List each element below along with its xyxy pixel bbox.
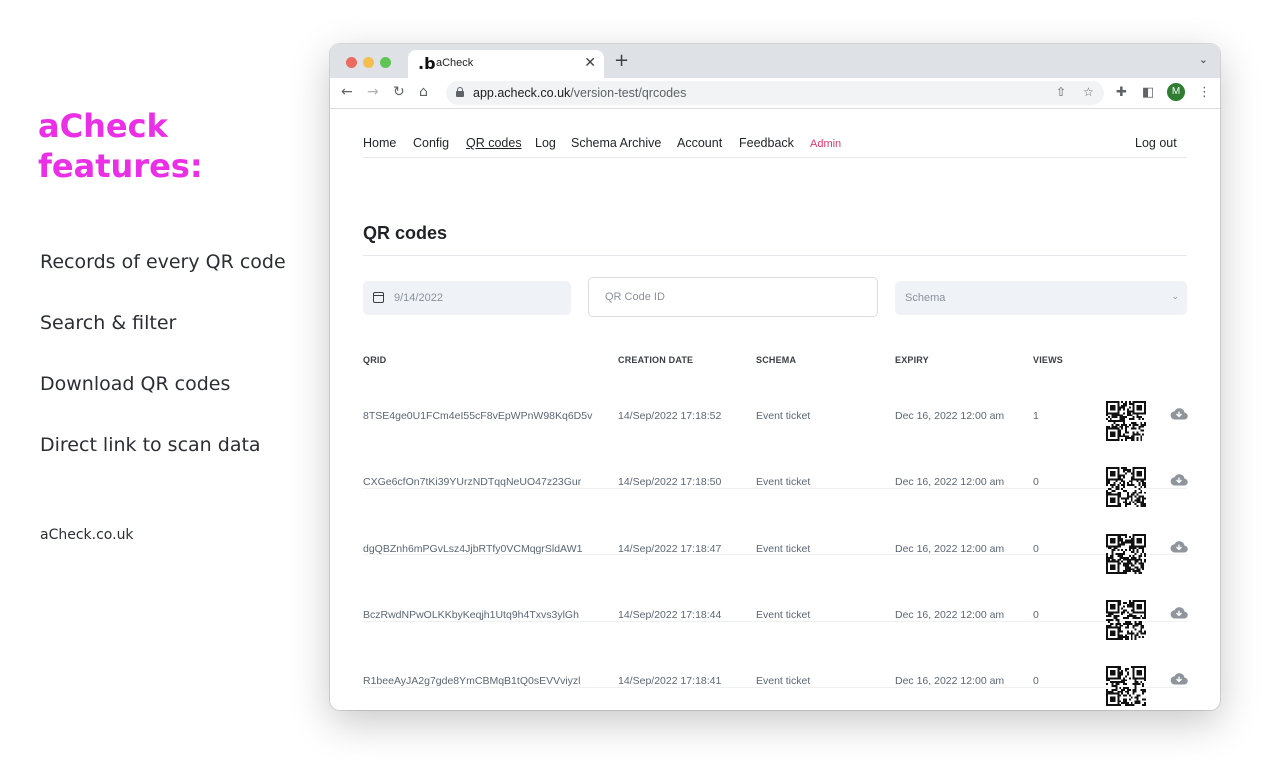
- qr-code-id-placeholder: QR Code ID: [605, 291, 665, 303]
- qr-code-icon[interactable]: [1106, 533, 1146, 574]
- promo-title: aCheck features:: [38, 107, 203, 185]
- qr-code-id-input[interactable]: QR Code ID: [588, 277, 878, 317]
- header-creation-date: CREATION DATE: [618, 355, 694, 365]
- cell-expiry: Dec 16, 2022 12:00 am: [895, 542, 1005, 555]
- url-host: app.acheck.co.uk: [473, 86, 571, 100]
- cell-views: 0: [1033, 476, 1039, 489]
- cell-creation-date: 14/Sep/2022 17:18:50: [618, 476, 722, 489]
- chevron-down-icon: ⌄: [1171, 291, 1179, 301]
- top-navigation: Home Config QR codes Log Schema Archive …: [363, 136, 1187, 158]
- cloud-download-icon[interactable]: [1170, 473, 1188, 487]
- schema-select[interactable]: Schema ⌄: [895, 281, 1187, 315]
- nav-config[interactable]: Config: [413, 136, 449, 150]
- cell-schema: Event ticket: [756, 608, 811, 621]
- nav-schema-archive[interactable]: Schema Archive: [571, 136, 661, 150]
- cell-views: 0: [1033, 608, 1039, 621]
- cell-qrid[interactable]: 8TSE4ge0U1FCm4eI55cF8vEpWPnW98Kq6D5v: [363, 410, 592, 422]
- reload-icon[interactable]: ↻: [393, 84, 405, 100]
- new-tab-icon[interactable]: +: [614, 50, 629, 71]
- qr-code-icon[interactable]: [1106, 467, 1146, 508]
- cell-views: 0: [1033, 542, 1039, 555]
- website-link[interactable]: aCheck.co.uk: [40, 527, 134, 543]
- feature-search: Search & filter: [40, 312, 177, 334]
- cell-creation-date: 14/Sep/2022 17:18:47: [618, 542, 722, 555]
- tab-title: aCheck: [436, 57, 474, 69]
- close-window-button[interactable]: [346, 57, 357, 68]
- header-schema: SCHEMA: [756, 355, 797, 365]
- schema-placeholder: Schema: [905, 292, 946, 304]
- logout-link[interactable]: Log out: [1135, 136, 1177, 150]
- browser-window: .b aCheck ✕ + ⌄ ← → ↻ ⌂ app.acheck.co.uk…: [330, 44, 1220, 710]
- profile-avatar[interactable]: M: [1167, 83, 1185, 101]
- nav-account[interactable]: Account: [677, 136, 722, 150]
- cloud-download-icon[interactable]: [1170, 407, 1188, 421]
- minimize-window-button[interactable]: [363, 57, 374, 68]
- nav-log[interactable]: Log: [535, 136, 556, 150]
- cell-schema: Event ticket: [756, 410, 811, 422]
- cell-creation-date: 14/Sep/2022 17:18:44: [618, 608, 722, 621]
- browser-toolbar: ← → ↻ ⌂ app.acheck.co.uk/version-test/qr…: [330, 78, 1220, 109]
- cell-views: 1: [1033, 410, 1039, 422]
- tab-close-icon[interactable]: ✕: [584, 54, 596, 71]
- date-filter-value: 9/14/2022: [394, 292, 443, 304]
- url-path: /version-test/qrcodes: [570, 86, 687, 100]
- cell-schema: Event ticket: [756, 675, 811, 688]
- nav-feedback[interactable]: Feedback: [739, 136, 794, 150]
- nav-home[interactable]: Home: [363, 136, 396, 150]
- cell-qrid[interactable]: dgQBZnh6mPGvLsz4JjbRTfy0VCMqgrSldAW1: [363, 543, 582, 555]
- page-title: QR codes: [363, 223, 448, 243]
- forward-icon[interactable]: →: [367, 84, 379, 100]
- feature-records: Records of every QR code: [40, 251, 286, 273]
- back-icon[interactable]: ←: [341, 84, 353, 100]
- zoom-window-button[interactable]: [380, 57, 391, 68]
- qr-code-icon[interactable]: [1106, 666, 1146, 707]
- lock-icon[interactable]: [456, 87, 464, 97]
- cell-schema: Event ticket: [756, 476, 811, 489]
- page-content: Home Config QR codes Log Schema Archive …: [330, 110, 1220, 710]
- cloud-download-icon[interactable]: [1170, 672, 1188, 686]
- cell-expiry: Dec 16, 2022 12:00 am: [895, 410, 1005, 422]
- header-views: VIEWS: [1033, 355, 1064, 365]
- cell-schema: Event ticket: [756, 542, 811, 555]
- qr-code-icon[interactable]: [1106, 401, 1146, 441]
- tab-strip: .b aCheck ✕ + ⌄: [330, 44, 1220, 78]
- table-row: R1beeAyJA2g7gde8YmCBMqB1tQ0sEVVviyzl 14/S…: [363, 666, 1188, 710]
- home-icon[interactable]: ⌂: [419, 84, 428, 100]
- tab-search-chevron-icon[interactable]: ⌄: [1199, 53, 1208, 66]
- cell-qrid[interactable]: R1beeAyJA2g7gde8YmCBMqB1tQ0sEVVviyzl: [363, 675, 581, 687]
- feature-download: Download QR codes: [40, 373, 231, 395]
- cloud-download-icon[interactable]: [1170, 540, 1188, 554]
- cell-qrid[interactable]: BczRwdNPwOLKKbyKeqjh1Utq9h4Txvs3ylGh: [363, 609, 579, 621]
- tab-favicon-icon: .b: [418, 54, 436, 73]
- title-divider: [363, 255, 1187, 256]
- header-qrid: QRID: [363, 355, 387, 365]
- cell-views: 0: [1033, 675, 1039, 688]
- cloud-download-icon[interactable]: [1170, 606, 1188, 620]
- header-expiry: EXPIRY: [895, 355, 929, 365]
- cell-expiry: Dec 16, 2022 12:00 am: [895, 675, 1005, 688]
- nav-admin[interactable]: Admin: [810, 138, 841, 150]
- date-filter[interactable]: 9/14/2022: [363, 281, 571, 315]
- cell-qrid[interactable]: CXGe6cfOn7tKi39YUrzNDTqqNeUO47z23Gur: [363, 476, 581, 488]
- address-url[interactable]: app.acheck.co.uk/version-test/qrcodes: [473, 86, 686, 100]
- cell-creation-date: 14/Sep/2022 17:18:52: [618, 410, 722, 422]
- nav-qr-codes[interactable]: QR codes: [466, 136, 522, 150]
- cell-expiry: Dec 16, 2022 12:00 am: [895, 476, 1005, 489]
- star-icon[interactable]: ☆: [1083, 85, 1094, 99]
- cell-creation-date: 14/Sep/2022 17:18:41: [618, 675, 722, 688]
- browser-tab[interactable]: .b aCheck ✕: [408, 50, 604, 78]
- address-bar[interactable]: app.acheck.co.uk/version-test/qrcodes ⇧ …: [446, 81, 1104, 105]
- sidepanel-icon[interactable]: ◧: [1142, 85, 1154, 100]
- calendar-icon: [373, 292, 384, 303]
- qr-code-icon[interactable]: [1106, 599, 1146, 640]
- menu-icon[interactable]: ⋮: [1198, 85, 1211, 100]
- feature-direct-link: Direct link to scan data: [40, 434, 261, 456]
- share-icon[interactable]: ⇧: [1056, 85, 1066, 99]
- cell-expiry: Dec 16, 2022 12:00 am: [895, 608, 1005, 621]
- extensions-icon[interactable]: ✚: [1116, 85, 1127, 100]
